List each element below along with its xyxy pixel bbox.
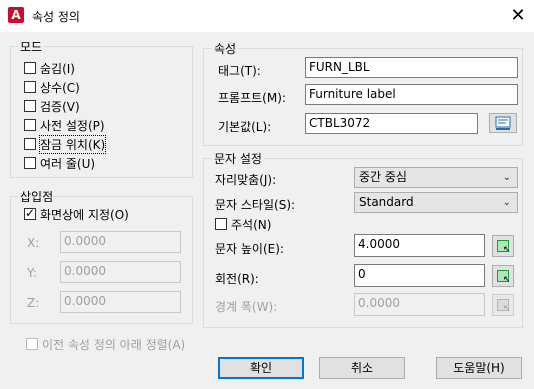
preset-checkbox[interactable] <box>24 119 36 131</box>
pick-rotation-button[interactable]: ↖ <box>492 265 514 287</box>
close-icon[interactable]: ✕ <box>504 2 532 30</box>
rotation-field[interactable]: 0 <box>354 264 485 287</box>
insertion-point-group-label: 삽입점 <box>18 188 56 205</box>
align-below-label[interactable]: 이전 속성 정의 아래 정렬(A) <box>42 336 185 353</box>
title-bar <box>0 0 534 32</box>
specify-on-screen-checkbox[interactable] <box>24 206 36 220</box>
mode-group-label: 모드 <box>18 38 45 55</box>
tag-field[interactable]: FURN_LBL <box>305 57 518 78</box>
mode-group <box>10 46 193 178</box>
prompt-field[interactable]: Furniture label <box>305 84 518 105</box>
cursor-arrow-icon: ↖ <box>503 304 511 314</box>
attribute-group-label: 속성 <box>212 40 239 57</box>
annotative-label[interactable]: 주석(N) <box>231 216 271 233</box>
justification-value: 중간 중심 <box>359 170 407 184</box>
z-label: Z: <box>27 296 40 310</box>
x-label: X: <box>27 236 40 250</box>
chevron-down-icon: ⌄ <box>502 197 511 208</box>
hidden-checkbox[interactable] <box>24 62 36 74</box>
justification-dropdown[interactable]: 중간 중심 ⌄ <box>354 167 518 188</box>
insert-field-icon <box>495 116 511 130</box>
constant-checkbox[interactable] <box>24 81 36 93</box>
insert-field-button[interactable] <box>489 113 517 133</box>
annotative-checkbox[interactable] <box>215 218 227 230</box>
boundary-width-field[interactable]: 0.0000 <box>354 293 485 316</box>
default-field[interactable]: CTBL3072 <box>305 113 478 134</box>
rotation-label: 회전(R): <box>215 272 259 286</box>
justification-label: 자리맞춤(J): <box>215 173 277 187</box>
text-settings-group-label: 문자 설정 <box>212 150 264 167</box>
cancel-button[interactable]: 취소 <box>319 357 405 379</box>
verify-checkbox[interactable] <box>24 100 36 112</box>
autocad-app-icon: A <box>8 7 24 23</box>
lock-position-checkbox[interactable] <box>24 138 36 150</box>
default-label: 기본값(L): <box>218 120 272 134</box>
hidden-checkbox-label[interactable]: 숨김(I) <box>40 60 75 77</box>
constant-checkbox-label[interactable]: 상수(C) <box>40 79 80 96</box>
y-field[interactable]: 0.0000 <box>60 261 181 283</box>
boundary-width-label: 경계 폭(W): <box>215 300 278 314</box>
preset-checkbox-label[interactable]: 사전 설정(P) <box>40 117 105 134</box>
text-style-label: 문자 스타일(S): <box>215 198 296 212</box>
multiple-lines-checkbox[interactable] <box>24 157 36 169</box>
z-field[interactable]: 0.0000 <box>60 291 181 313</box>
x-field[interactable]: 0.0000 <box>60 231 181 253</box>
pick-height-button[interactable]: ↖ <box>492 235 514 257</box>
ok-button[interactable]: 확인 <box>218 357 304 379</box>
cursor-arrow-icon: ↖ <box>503 245 511 255</box>
text-style-dropdown[interactable]: Standard ⌄ <box>354 192 518 213</box>
lock-position-checkbox-label[interactable]: 잠금 위치(K) <box>38 135 107 154</box>
chevron-down-icon: ⌄ <box>502 172 511 183</box>
text-height-label: 문자 높이(E): <box>215 242 284 256</box>
y-label: Y: <box>27 266 37 280</box>
specify-on-screen-label[interactable]: 화면상에 지정(O) <box>40 206 129 223</box>
align-below-checkbox[interactable] <box>26 338 38 350</box>
pick-boundary-button[interactable]: ↖ <box>492 294 514 316</box>
text-height-field[interactable]: 4.0000 <box>354 234 485 257</box>
verify-checkbox-label[interactable]: 검증(V) <box>40 98 80 115</box>
tag-label: 태그(T): <box>218 64 261 78</box>
help-button[interactable]: 도움말(H) <box>436 357 522 379</box>
text-style-value: Standard <box>359 195 414 209</box>
multiple-lines-checkbox-label[interactable]: 여러 줄(U) <box>40 155 95 172</box>
cursor-arrow-icon: ↖ <box>503 275 511 285</box>
window-title: 속성 정의 <box>32 10 80 24</box>
prompt-label: 프롬프트(M): <box>218 91 286 105</box>
